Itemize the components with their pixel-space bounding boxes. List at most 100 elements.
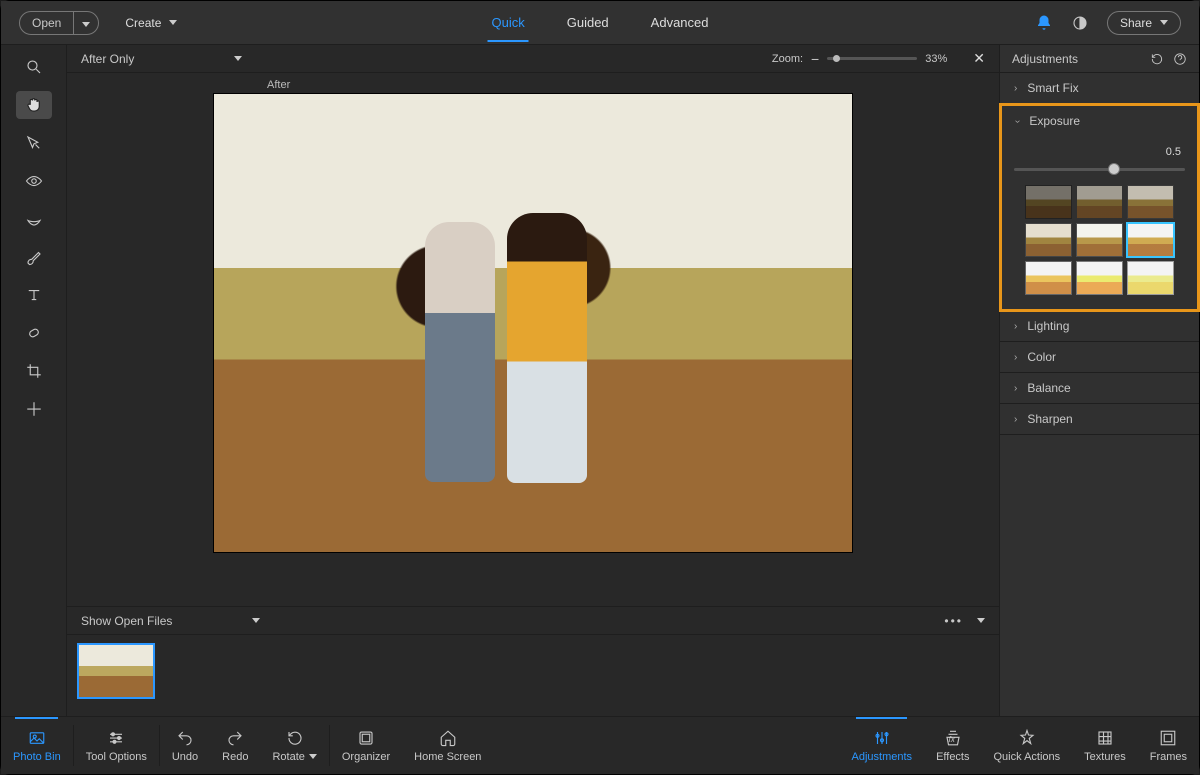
textures-button[interactable]: Textures	[1072, 717, 1138, 774]
undo-icon	[176, 729, 194, 747]
move-tool[interactable]	[16, 395, 52, 423]
sharpen-label: Sharpen	[1027, 412, 1072, 426]
exposure-preset-9[interactable]	[1127, 261, 1174, 295]
accordion-exposure[interactable]: › Exposure 0.5	[1002, 106, 1197, 309]
open-dropdown-toggle[interactable]	[73, 12, 98, 34]
frames-button[interactable]: Frames	[1138, 717, 1199, 774]
quick-actions-button[interactable]: Quick Actions	[982, 717, 1073, 774]
exposure-slider[interactable]	[1014, 168, 1185, 171]
app-root: Open Create Quick Guided Advanced Share	[0, 0, 1200, 775]
view-mode-dropdown[interactable]: After Only	[81, 52, 242, 66]
zoom-controls: Zoom: − 33% ✕	[772, 50, 985, 67]
photo-bin-bar: Show Open Files •••	[67, 606, 999, 634]
create-label: Create	[125, 16, 161, 30]
exposure-preset-5[interactable]	[1076, 223, 1123, 257]
redo-icon	[226, 729, 244, 747]
rotate-label: Rotate	[272, 751, 304, 763]
after-label: After	[67, 73, 999, 93]
accordion-lighting[interactable]: ›Lighting	[1000, 311, 1199, 342]
effects-label: Effects	[936, 751, 969, 763]
crop-tool[interactable]	[16, 357, 52, 385]
effects-button[interactable]: fx Effects	[924, 717, 981, 774]
exposure-preset-3[interactable]	[1127, 185, 1174, 219]
exposure-value: 0.5	[1166, 146, 1181, 158]
organizer-button[interactable]: Organizer	[330, 717, 402, 774]
exposure-preset-1[interactable]	[1025, 185, 1072, 219]
share-button[interactable]: Share	[1107, 11, 1181, 35]
exposure-slider-thumb[interactable]	[1108, 163, 1120, 175]
accordion-sharpen[interactable]: ›Sharpen	[1000, 404, 1199, 435]
chevron-down-icon: ›	[1012, 119, 1023, 122]
brush-tool[interactable]	[16, 243, 52, 271]
tool-options-icon	[107, 729, 125, 747]
redo-button[interactable]: Redo	[210, 717, 260, 774]
hand-tool[interactable]	[16, 91, 52, 119]
color-label: Color	[1027, 350, 1056, 364]
tool-strip	[1, 45, 67, 716]
photo-bin-button[interactable]: Photo Bin	[1, 717, 73, 774]
home-screen-button[interactable]: Home Screen	[402, 717, 493, 774]
appearance-icon[interactable]	[1071, 14, 1089, 32]
balance-label: Balance	[1027, 381, 1070, 395]
notifications-icon[interactable]	[1035, 14, 1053, 32]
photo-preview	[213, 93, 853, 553]
close-document-icon[interactable]: ✕	[973, 50, 985, 67]
chevron-down-icon[interactable]	[977, 618, 985, 623]
chevron-down-icon	[309, 754, 317, 759]
exposure-label: Exposure	[1029, 114, 1080, 128]
top-bar: Open Create Quick Guided Advanced Share	[1, 1, 1199, 45]
adjustments-icon	[873, 729, 891, 747]
adjustments-button[interactable]: Adjustments	[840, 717, 925, 774]
exposure-preset-8[interactable]	[1076, 261, 1123, 295]
red-eye-tool[interactable]	[16, 167, 52, 195]
adjustments-panel-header: Adjustments	[1000, 45, 1199, 73]
open-button[interactable]: Open	[19, 11, 99, 35]
photo-bin-thumb[interactable]	[77, 643, 155, 699]
chevron-down-icon	[1160, 20, 1168, 25]
spot-heal-tool[interactable]	[16, 319, 52, 347]
undo-button[interactable]: Undo	[160, 717, 210, 774]
textures-label: Textures	[1084, 751, 1126, 763]
zoom-tool[interactable]	[16, 53, 52, 81]
undo-label: Undo	[172, 751, 198, 763]
exposure-preset-2[interactable]	[1076, 185, 1123, 219]
selection-tool[interactable]	[16, 129, 52, 157]
rotate-button[interactable]: Rotate	[260, 717, 328, 774]
smart-fix-label: Smart Fix	[1027, 81, 1078, 95]
svg-text:fx: fx	[948, 734, 955, 743]
show-open-files-label: Show Open Files	[81, 614, 172, 628]
organizer-icon	[357, 729, 375, 747]
tab-quick[interactable]: Quick	[488, 3, 529, 42]
chevron-right-icon: ›	[1014, 383, 1017, 394]
chevron-down-icon	[252, 618, 260, 623]
accordion-color[interactable]: ›Color	[1000, 342, 1199, 373]
chevron-down-icon	[169, 20, 177, 25]
reset-icon[interactable]	[1149, 52, 1165, 66]
exposure-body: 0.5	[1002, 136, 1197, 309]
type-tool[interactable]	[16, 281, 52, 309]
accordion-balance[interactable]: › Balance	[1000, 373, 1199, 404]
photo-bin-label: Photo Bin	[13, 751, 61, 763]
accordion-smart-fix[interactable]: ›Smart Fix	[1000, 73, 1199, 104]
zoom-out-icon[interactable]: −	[811, 51, 819, 67]
main-row: After Only Zoom: − 33% ✕ After	[1, 45, 1199, 716]
exposure-preset-6[interactable]	[1127, 223, 1174, 257]
whiten-tool[interactable]	[16, 205, 52, 233]
show-open-files-dropdown[interactable]: Show Open Files	[81, 614, 260, 628]
effects-icon: fx	[944, 729, 962, 747]
photo-bin-icon	[28, 729, 46, 747]
tab-advanced[interactable]: Advanced	[647, 3, 713, 42]
exposure-preset-7[interactable]	[1025, 261, 1072, 295]
bin-more-icon[interactable]: •••	[944, 614, 963, 628]
zoom-pct: 33%	[925, 53, 947, 65]
adjustments-title: Adjustments	[1012, 52, 1078, 66]
canvas[interactable]	[67, 93, 999, 606]
zoom-slider-thumb[interactable]	[833, 55, 840, 62]
zoom-slider[interactable]	[827, 57, 917, 60]
tool-options-button[interactable]: Tool Options	[74, 717, 159, 774]
help-icon[interactable]	[1173, 52, 1187, 66]
create-menu[interactable]: Create	[125, 16, 177, 30]
tab-guided[interactable]: Guided	[563, 3, 613, 42]
view-subbar: After Only Zoom: − 33% ✕	[67, 45, 999, 73]
exposure-preset-4[interactable]	[1025, 223, 1072, 257]
